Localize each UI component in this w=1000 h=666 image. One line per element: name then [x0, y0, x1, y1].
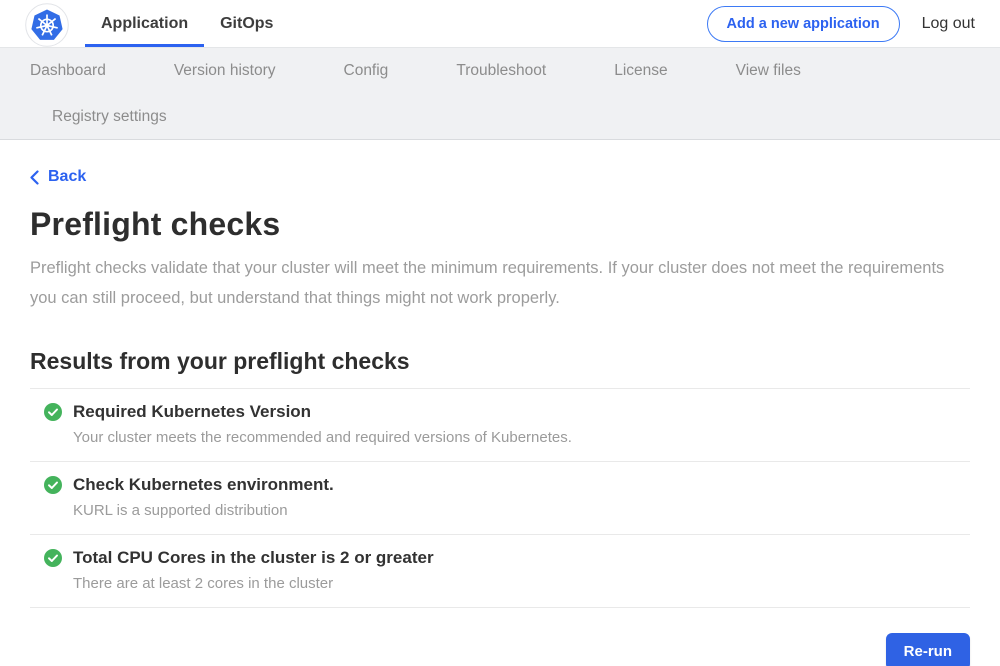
check-circle-icon [44, 476, 62, 494]
preflight-check-row: Required Kubernetes Version Your cluster… [30, 389, 970, 462]
check-head: Total CPU Cores in the cluster is 2 or g… [30, 548, 970, 568]
check-circle-icon [44, 549, 62, 567]
back-link[interactable]: Back [30, 168, 86, 186]
subnav-item-registry-settings[interactable]: Registry settings [52, 108, 167, 126]
back-link-label: Back [48, 168, 86, 186]
rerun-button[interactable]: Re-run [886, 633, 970, 666]
page-description: Preflight checks validate that your clus… [30, 253, 955, 313]
tab-gitops[interactable]: GitOps [204, 0, 289, 47]
actions-row: Re-run [30, 633, 970, 666]
topbar-actions: Add a new application Log out [707, 6, 975, 42]
subnav-item-view-files[interactable]: View files [736, 62, 801, 80]
add-application-button[interactable]: Add a new application [707, 6, 900, 42]
check-head: Required Kubernetes Version [30, 402, 970, 422]
check-head: Check Kubernetes environment. [30, 475, 970, 495]
subnav-item-config[interactable]: Config [344, 62, 389, 80]
kubernetes-logo-icon[interactable] [25, 3, 69, 47]
top-nav: Application GitOps Add a new application… [0, 0, 1000, 48]
subnav-item-version-history[interactable]: Version history [174, 62, 276, 80]
check-circle-icon [44, 403, 62, 421]
back-chevron-icon [30, 170, 39, 185]
subnav-row-2: Registry settings [52, 94, 1000, 140]
tab-application[interactable]: Application [85, 0, 204, 47]
preflight-check-row: Total CPU Cores in the cluster is 2 or g… [30, 535, 970, 608]
subnav-item-troubleshoot[interactable]: Troubleshoot [456, 62, 546, 80]
check-detail: There are at least 2 cores in the cluste… [73, 575, 970, 592]
preflight-check-row: Check Kubernetes environment. KURL is a … [30, 462, 970, 535]
subnav-row-1: Dashboard Version history Config Trouble… [30, 48, 1000, 94]
check-detail: KURL is a supported distribution [73, 502, 970, 519]
check-title: Check Kubernetes environment. [73, 475, 334, 495]
preflight-results-list: Required Kubernetes Version Your cluster… [30, 388, 970, 608]
page-title: Preflight checks [30, 206, 970, 243]
check-title: Required Kubernetes Version [73, 402, 311, 422]
app-subnav: Dashboard Version history Config Trouble… [0, 48, 1000, 140]
logout-link[interactable]: Log out [922, 15, 975, 33]
subnav-item-license[interactable]: License [614, 62, 667, 80]
results-title: Results from your preflight checks [30, 348, 970, 375]
check-title: Total CPU Cores in the cluster is 2 or g… [73, 548, 434, 568]
check-detail: Your cluster meets the recommended and r… [73, 429, 970, 446]
primary-tabs: Application GitOps [85, 0, 289, 47]
subnav-item-dashboard[interactable]: Dashboard [30, 62, 106, 80]
preflight-page: Back Preflight checks Preflight checks v… [0, 140, 1000, 666]
